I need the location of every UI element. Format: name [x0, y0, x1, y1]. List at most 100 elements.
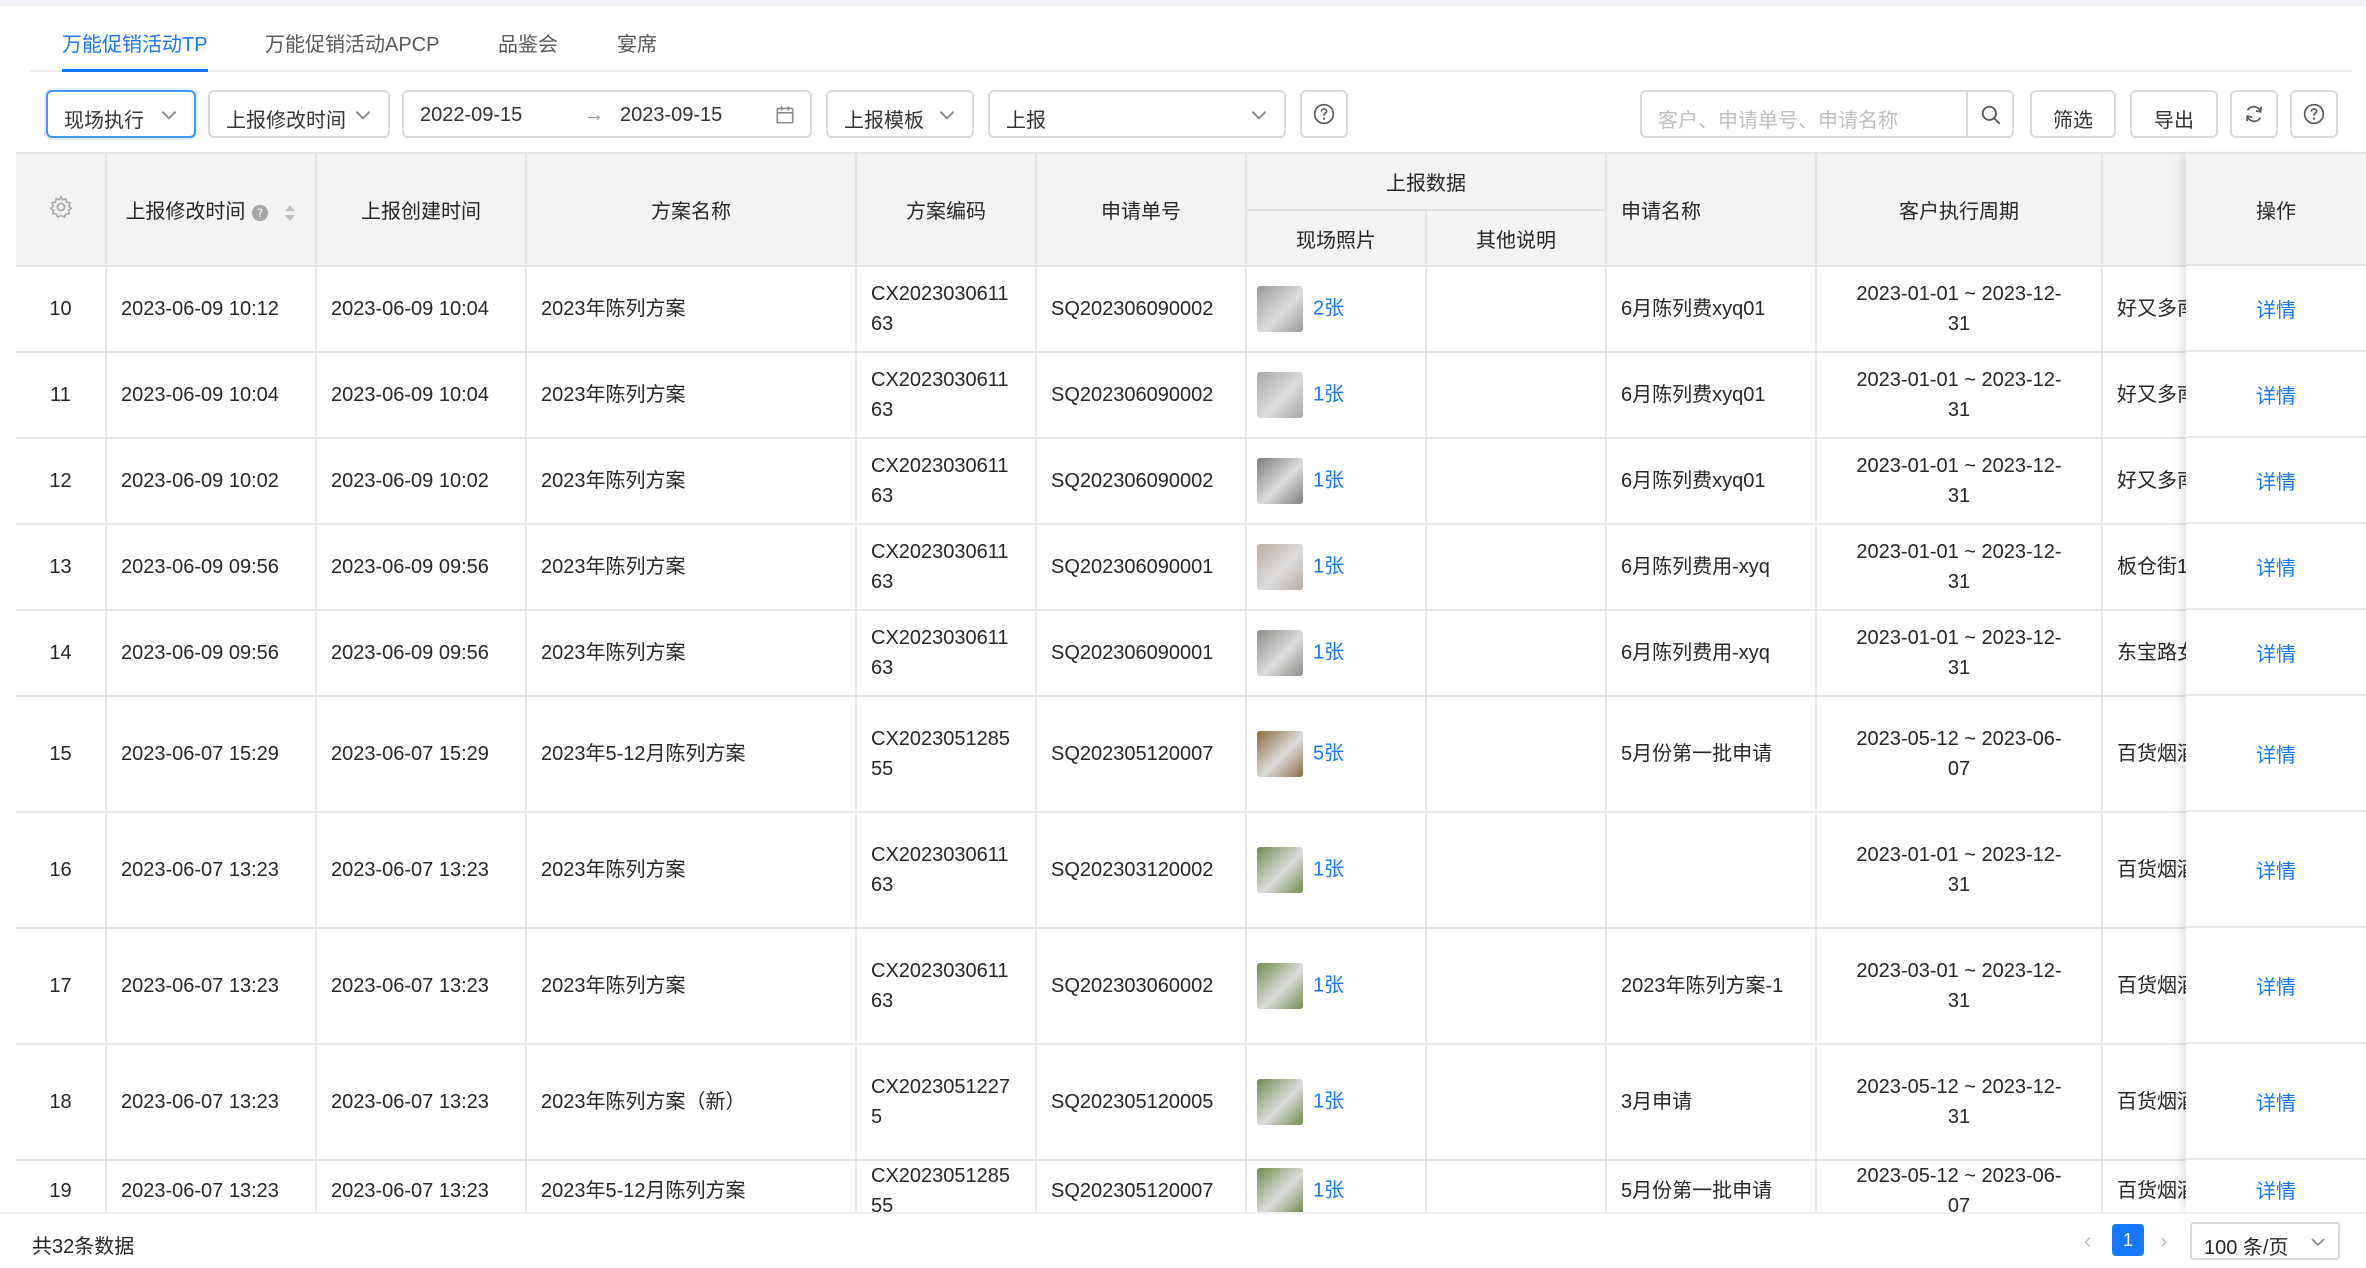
date-range-picker[interactable]: 2022-09-15 → 2023-09-15 — [402, 90, 812, 138]
plan-code-cell: CX2023030611 63 — [856, 524, 1037, 611]
operation-cell: 详情 — [2186, 928, 2366, 1044]
tab-apcp[interactable]: 万能促销活动APCP — [265, 28, 439, 72]
calendar-icon — [776, 106, 794, 124]
detail-link[interactable]: 详情 — [2256, 971, 2296, 1000]
period-line1: 2023-05-12 ~ 2023-12- — [1856, 1076, 2062, 1098]
operation-column: 操作 详情 详情 详情 详情 详情 详情 详情 详情 详情 详情 — [2186, 152, 2366, 1212]
plan-code-line2: 63 — [871, 874, 894, 896]
photo-thumbnail[interactable] — [1257, 458, 1303, 504]
current-page[interactable]: 1 — [2112, 1224, 2144, 1256]
time-field-select[interactable]: 上报修改时间 — [208, 90, 390, 138]
photo-count-link[interactable]: 1张 — [1313, 858, 1344, 880]
photo-thumbnail[interactable] — [1257, 544, 1303, 590]
photo-count-link[interactable]: 1张 — [1313, 1179, 1344, 1201]
table-row: 10 2023-06-09 10:12 2023-06-09 10:04 2023年陈… — [16, 266, 2366, 353]
detail-link[interactable]: 详情 — [2256, 638, 2296, 667]
photo-count-link[interactable]: 1张 — [1313, 974, 1344, 996]
date-end[interactable]: 2023-09-15 — [620, 104, 722, 127]
photo-count-link[interactable]: 1张 — [1313, 383, 1344, 405]
detail-link[interactable]: 详情 — [2256, 380, 2296, 409]
plan-code-line1: CX2023051285 — [871, 1165, 1011, 1187]
export-button[interactable]: 导出 — [2130, 90, 2218, 138]
next-page-icon[interactable]: › — [2160, 1228, 2167, 1254]
sort-icon[interactable] — [283, 202, 297, 224]
plan-code-line1: CX2023030611 — [871, 369, 1009, 391]
column-header-period: 客户执行周期 — [1816, 154, 2103, 267]
prev-page-icon[interactable]: ‹ — [2084, 1228, 2091, 1254]
photo-count-link[interactable]: 1张 — [1313, 555, 1344, 577]
report-status-value: 上报 — [1006, 110, 1046, 132]
operation-cell: 详情 — [2186, 438, 2366, 524]
photos-cell: 2张 — [1246, 266, 1427, 353]
modify-time-cell: 2023-06-09 10:12 — [106, 266, 317, 353]
column-settings[interactable] — [16, 154, 107, 267]
page-size-select[interactable]: 100 条/页 — [2190, 1222, 2340, 1260]
table-help-button[interactable] — [2290, 90, 2338, 138]
plan-code-line2: 63 — [871, 657, 894, 679]
modify-time-cell: 2023-06-09 10:04 — [106, 352, 317, 439]
photo-thumbnail[interactable] — [1257, 372, 1303, 418]
table-row: 15 2023-06-07 15:29 2023-06-07 15:29 2023年5… — [16, 696, 2366, 813]
report-status-select[interactable]: 上报 — [988, 90, 1286, 138]
apply-name-cell: 6月陈列费xyq01 — [1606, 352, 1817, 439]
photos-cell: 1张 — [1246, 438, 1427, 525]
tab-tp[interactable]: 万能促销活动TP — [62, 28, 208, 72]
photo-thumbnail[interactable] — [1257, 286, 1303, 332]
photo-thumbnail[interactable] — [1257, 1168, 1303, 1212]
photo-thumbnail[interactable] — [1257, 630, 1303, 676]
tab-banquet[interactable]: 宴席 — [617, 28, 657, 72]
photo-thumbnail[interactable] — [1257, 731, 1303, 777]
period-line2: 31 — [1947, 313, 1971, 335]
period-cell: 2023-05-12 ~ 2023-06- 07 — [1816, 696, 2103, 813]
template-select[interactable]: 上报模板 — [826, 90, 974, 138]
column-header-modify-time[interactable]: 上报修改时间 ? — [106, 154, 317, 267]
plan-code-cell: CX2023030611 63 — [856, 352, 1037, 439]
tab-tasting[interactable]: 品鉴会 — [498, 28, 558, 72]
detail-link[interactable]: 详情 — [2256, 855, 2296, 884]
create-time-cell: 2023-06-07 13:23 — [316, 1160, 527, 1212]
search-button[interactable] — [1966, 90, 2014, 138]
gear-icon[interactable] — [49, 194, 73, 219]
other-cell — [1426, 438, 1607, 525]
plan-code-cell: CX2023030611 63 — [856, 266, 1037, 353]
photo-count-link[interactable]: 1张 — [1313, 469, 1344, 491]
detail-link[interactable]: 详情 — [2256, 1087, 2296, 1116]
mode-select[interactable]: 现场执行 — [46, 90, 196, 138]
plan-code-line1: CX2023051227 — [871, 1076, 1011, 1098]
help-button[interactable] — [1300, 90, 1348, 138]
photo-count-link[interactable]: 2张 — [1313, 297, 1344, 319]
date-start[interactable]: 2022-09-15 — [420, 104, 522, 127]
apply-no-cell: SQ202303120002 — [1036, 812, 1247, 929]
photo-thumbnail[interactable] — [1257, 1079, 1303, 1125]
period-cell: 2023-01-01 ~ 2023-12- 31 — [1816, 610, 2103, 697]
photo-count-link[interactable]: 1张 — [1313, 1090, 1344, 1112]
photo-count-link[interactable]: 5张 — [1313, 742, 1344, 764]
row-index: 10 — [16, 266, 107, 353]
other-cell — [1426, 610, 1607, 697]
export-button-label: 导出 — [2154, 110, 2194, 132]
operation-cell: 详情 — [2186, 696, 2366, 812]
photos-cell: 1张 — [1246, 1160, 1427, 1212]
photo-thumbnail[interactable] — [1257, 847, 1303, 893]
search-icon — [1981, 105, 2001, 125]
filter-button[interactable]: 筛选 — [2030, 90, 2116, 138]
operation-cells: 详情 详情 详情 详情 详情 详情 详情 详情 详情 详情 — [2186, 266, 2366, 1212]
apply-no-cell: SQ202306090001 — [1036, 524, 1247, 611]
detail-link[interactable]: 详情 — [2256, 552, 2296, 581]
refresh-button[interactable] — [2230, 90, 2278, 138]
search-input[interactable]: 客户、申请单号、申请名称 — [1640, 90, 1968, 138]
date-range-arrow: → — [584, 104, 604, 126]
detail-link[interactable]: 详情 — [2256, 739, 2296, 768]
detail-link[interactable]: 详情 — [2256, 466, 2296, 495]
plan-code-line2: 5 — [871, 1106, 883, 1128]
chevron-down-icon — [939, 110, 955, 120]
row-index: 17 — [16, 928, 107, 1045]
row-index: 11 — [16, 352, 107, 439]
photo-thumbnail[interactable] — [1257, 963, 1303, 1009]
detail-link[interactable]: 详情 — [2256, 294, 2296, 323]
apply-name-cell: 6月陈列费xyq01 — [1606, 266, 1817, 353]
plan-code-line2: 63 — [871, 399, 894, 421]
photo-count-link[interactable]: 1张 — [1313, 641, 1344, 663]
row-index: 12 — [16, 438, 107, 525]
detail-link[interactable]: 详情 — [2256, 1175, 2296, 1204]
